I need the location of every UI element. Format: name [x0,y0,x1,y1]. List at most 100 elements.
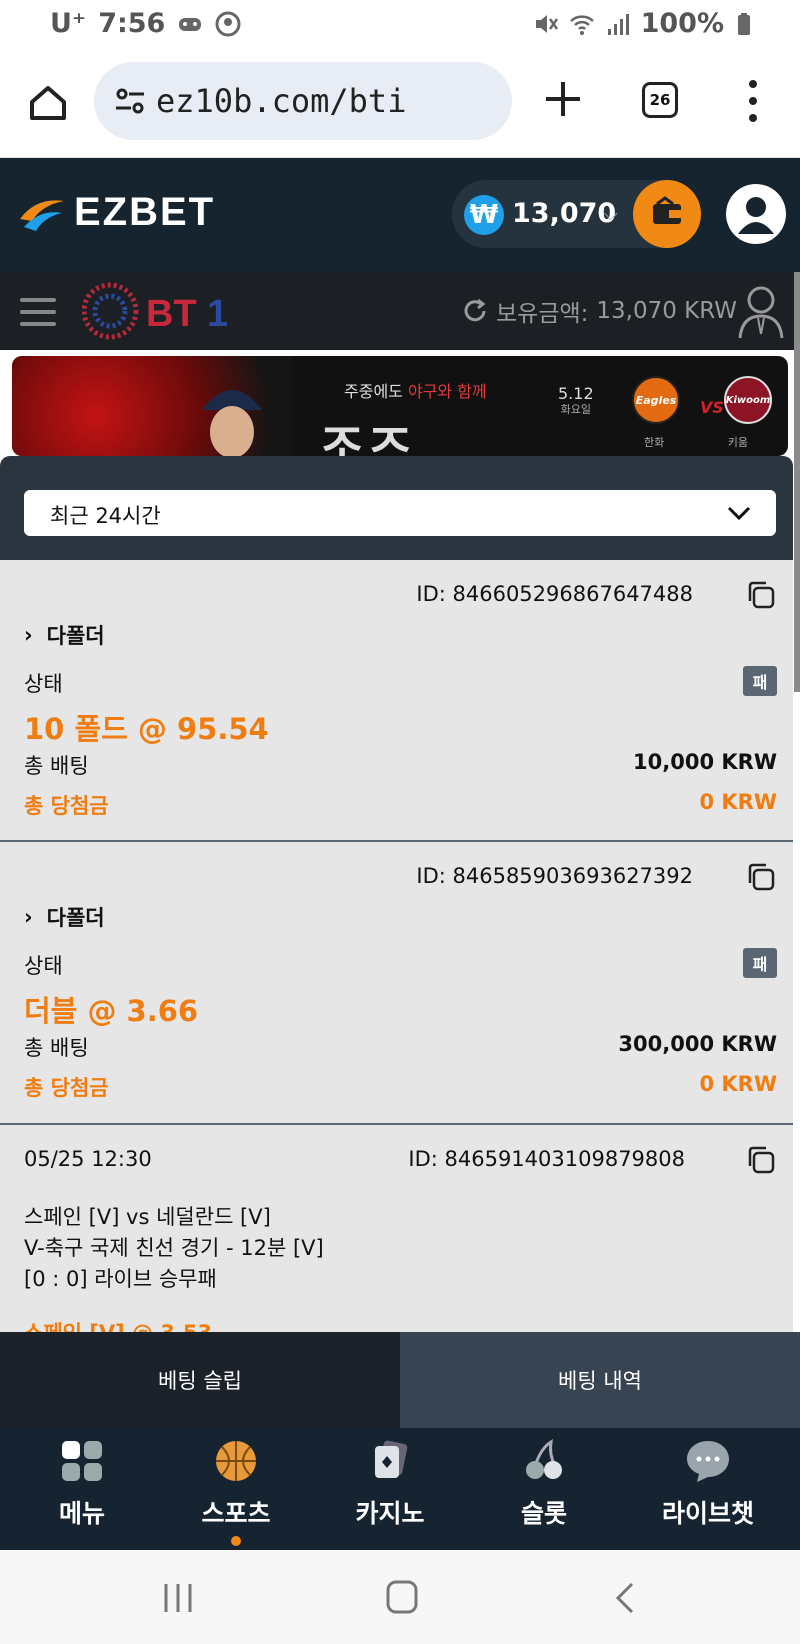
group-label: 다폴더 [46,906,105,930]
bet-id: ID: 846591403109879808 [408,1147,685,1171]
nav-label: 스포츠 [201,1499,271,1528]
wallet-amount: 13,070 [512,198,617,229]
address-bar[interactable]: ez10b.com/bti [94,62,512,140]
bet-datetime: 05/25 12:30 [24,1147,152,1171]
brand-name: EZBET [74,190,216,234]
copy-icon[interactable] [746,862,776,892]
home-square-icon[interactable] [380,1578,424,1618]
copy-icon[interactable] [746,580,776,610]
tagline-highlight: 야구와 함께 [407,382,487,401]
winnings-label: 총 당첨금 [24,794,109,818]
browser-menu-icon[interactable] [740,80,766,122]
promo-banner[interactable]: 주중에도 야구와 함께 조즈 5.12 화요일 Eagles VS Kiwoom … [12,356,788,456]
user-icon [738,197,774,234]
bet-card: ID: 846605296867647488 › 다폴더 상태 패 10 폴드 … [0,560,793,842]
bt1-logo: BT 1 [82,282,228,340]
chevron-down-icon: ⌵ [604,204,618,225]
won-icon: ₩ [464,195,504,235]
chat-icon [687,1441,729,1482]
nav-label: 카지노 [355,1499,425,1528]
home-icon[interactable] [26,80,70,124]
bet-type: 10 폴드 @ 95.54 [24,712,269,746]
refresh-icon[interactable] [462,298,488,324]
bet-id: ID: 846585903693627392 [416,864,693,888]
balance-display: 보유금액: 13,070 KRW [462,294,737,328]
stake-value: 300,000 KRW [618,1032,777,1056]
account-icon[interactable] [736,284,786,340]
cards-icon [375,1440,408,1478]
account-circle-icon [215,11,241,36]
browser-toolbar: ez10b.com/bti 26 [0,50,800,158]
battery-percent: 100% [640,8,724,39]
status-label: 상태 [24,672,63,696]
bet-id: ID: 846605296867647488 [416,582,693,606]
nav-label: 메뉴 [58,1499,105,1528]
url-text[interactable]: ez10b.com/bti [156,82,406,120]
grid-icon [62,1441,102,1481]
nav-livechat[interactable]: 라이브챗 [638,1438,778,1530]
basketball-icon [216,1441,256,1481]
stake-label: 총 배팅 [24,754,89,778]
banner-date: 5.12 화요일 [558,386,594,418]
chevron-right-icon: › [24,623,33,647]
balance-value: 13,070 KRW [596,298,738,324]
nav-label: 슬롯 [520,1499,567,1528]
team-names: 한화 키움 [644,436,748,449]
bet-card: 05/25 12:30 ID: 846591403109879808 스페인 [… [0,1125,793,1332]
clock: 7:56 [98,8,166,39]
nav-sports[interactable]: 스포츠 [166,1438,306,1546]
recent-apps-icon[interactable] [156,1578,200,1618]
bet-card: ID: 846585903693627392 › 다폴더 상태 패 더블 @ 3… [0,842,793,1125]
tagline-prefix: 주중에도 [344,382,408,401]
nav-slots[interactable]: 슬롯 [474,1438,614,1530]
deposit-button[interactable] [633,180,701,248]
selection-odds: 스페인 [V] @ 3.53 [24,1317,212,1332]
bet-history-list: ID: 846605296867647488 › 다폴더 상태 패 10 폴드 … [0,560,793,1332]
stake-label: 총 배팅 [24,1036,89,1060]
active-indicator [231,1536,241,1546]
hamburger-menu-icon[interactable] [20,298,56,326]
new-tab-icon[interactable] [542,78,584,120]
eagles-logo: Eagles [632,376,680,424]
tab-bet-slip[interactable]: 베팅 슬립 [0,1332,400,1428]
tab-bet-history[interactable]: 베팅 내역 [400,1332,800,1428]
group-toggle[interactable]: › 다폴더 [24,902,105,932]
match-name: 스페인 [V] vs 네덜란드 [V] [24,1205,271,1229]
wallet-icon [653,196,681,224]
kiwoom-logo: Kiwoom [724,376,772,424]
banner-tagline: 주중에도 야구와 함께 [344,378,487,402]
stake-value: 10,000 KRW [633,750,777,774]
user-avatar-button[interactable] [726,184,786,244]
mute-icon [535,14,558,33]
league-name: V-축구 국제 친선 경기 - 12분 [V] [24,1236,324,1260]
signal-icon [607,13,629,35]
back-icon[interactable] [604,1578,648,1618]
copy-icon[interactable] [746,1145,776,1175]
scrollbar[interactable] [794,272,800,692]
site-header: EZBET ₩ 13,070 ⌵ [0,158,800,272]
market-name: [0 : 0] 라이브 승무패 [24,1267,217,1291]
svg-text:1: 1 [207,293,228,335]
chevron-right-icon: › [24,905,33,929]
nav-casino[interactable]: 카지노 [320,1438,460,1530]
nav-menu[interactable]: 메뉴 [12,1438,152,1530]
balance-label: 보유금액: [496,301,589,327]
vs-label: VS [700,398,724,417]
period-select[interactable]: 최근 24시간 [24,490,776,536]
wifi-icon [569,14,594,35]
status-label: 상태 [24,954,63,978]
group-toggle[interactable]: › 다폴더 [24,620,105,650]
winnings-value: 0 KRW [699,1072,777,1096]
carrier-label: U⁺ [50,8,87,39]
svg-text:BT: BT [146,293,197,335]
tab-switcher-button[interactable]: 26 [642,82,678,118]
ezbet-logo[interactable]: EZBET [16,190,215,235]
winnings-label: 총 당첨금 [24,1076,109,1100]
nav-label: 라이브챗 [661,1499,754,1528]
status-bar: U⁺ 7:56 100% [0,0,800,50]
site-settings-icon[interactable] [114,86,146,116]
weekday-text: 화요일 [560,403,591,416]
bet-tabs: 베팅 슬립 베팅 내역 [0,1332,800,1428]
group-label: 다폴더 [46,624,105,648]
ezbet-logo-icon [20,199,64,231]
